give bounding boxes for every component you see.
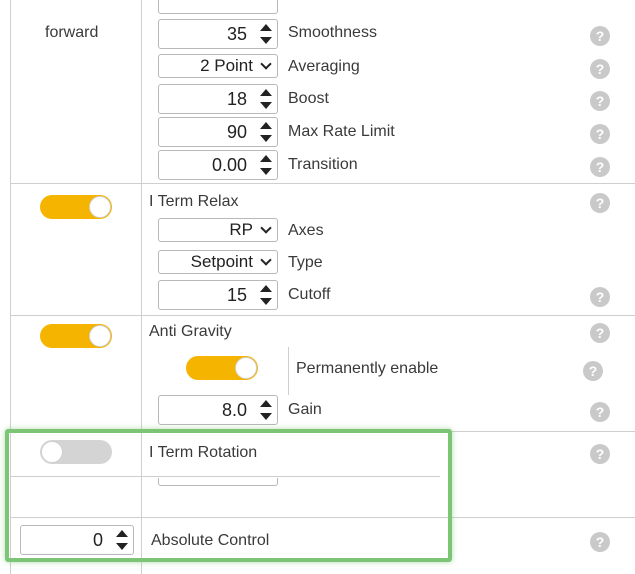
permanently-enable-toggle[interactable] [186, 356, 258, 380]
row-divider [10, 476, 440, 477]
row-divider [10, 431, 635, 432]
anti-gravity-toggle[interactable] [40, 324, 112, 348]
transition-value: 0.00 [211, 155, 247, 175]
help-icon[interactable]: ? [590, 193, 610, 213]
partial-field [158, 478, 278, 486]
absolute-control-value: 0 [92, 530, 103, 550]
forward-label: forward [45, 24, 99, 41]
toggle-knob [89, 196, 111, 218]
gain-label: Gain [288, 401, 322, 418]
averaging-select[interactable]: 2 Point [158, 54, 278, 78]
iterm-relax-title: I Term Relax [149, 193, 239, 210]
max-rate-limit-input[interactable]: 90 [158, 117, 278, 147]
boost-label: Boost [288, 90, 329, 107]
spinner-arrows-icon[interactable] [259, 154, 273, 176]
iterm-relax-toggle[interactable] [40, 195, 112, 219]
sub-divider [288, 347, 289, 395]
smoothness-input[interactable]: 35 [158, 19, 278, 49]
left-border [10, 0, 11, 574]
gain-input[interactable]: 8.0 [158, 395, 278, 425]
help-icon[interactable]: ? [590, 26, 610, 46]
help-icon[interactable]: ? [590, 532, 610, 552]
averaging-value: 2 Point [200, 56, 253, 75]
column-divider [141, 0, 142, 574]
cutoff-label: Cutoff [288, 286, 331, 303]
anti-gravity-title: Anti Gravity [149, 323, 232, 340]
row-divider [10, 183, 635, 184]
transition-label: Transition [288, 156, 358, 173]
permanently-enable-label: Permanently enable [296, 360, 439, 377]
absolute-control-label: Absolute Control [151, 532, 270, 549]
help-icon[interactable]: ? [583, 361, 603, 381]
spinner-arrows-icon[interactable] [259, 23, 273, 45]
boost-value: 18 [226, 89, 247, 109]
absolute-control-input[interactable]: 0 [20, 525, 134, 555]
chevron-down-icon [260, 254, 272, 266]
chevron-down-icon [260, 58, 272, 70]
help-icon[interactable]: ? [590, 402, 610, 422]
help-icon[interactable]: ? [590, 157, 610, 177]
spinner-arrows-icon[interactable] [259, 121, 273, 143]
toggle-knob [89, 325, 111, 347]
spinner-arrows-icon[interactable] [115, 529, 129, 551]
max-rate-limit-value: 90 [226, 122, 247, 142]
help-icon[interactable]: ? [590, 124, 610, 144]
smoothness-label: Smoothness [288, 24, 377, 41]
spinner-arrows-icon[interactable] [259, 284, 273, 306]
iterm-rotation-title: I Term Rotation [149, 444, 258, 461]
cutoff-value: 15 [226, 285, 247, 305]
row-divider [10, 315, 635, 316]
type-value: Setpoint [190, 252, 253, 271]
cutoff-input[interactable]: 15 [158, 280, 278, 310]
chevron-down-icon [260, 222, 272, 234]
transition-input[interactable]: 0.00 [158, 150, 278, 180]
partial-field [158, 0, 278, 14]
toggle-knob [235, 357, 257, 379]
help-icon[interactable]: ? [590, 59, 610, 79]
spinner-arrows-icon[interactable] [259, 399, 273, 421]
boost-input[interactable]: 18 [158, 84, 278, 114]
help-icon[interactable]: ? [590, 91, 610, 111]
axes-select[interactable]: RP [158, 218, 278, 242]
max-rate-limit-label: Max Rate Limit [288, 123, 395, 140]
help-icon[interactable]: ? [590, 287, 610, 307]
axes-value: RP [229, 220, 253, 239]
type-select[interactable]: Setpoint [158, 250, 278, 274]
averaging-label: Averaging [288, 58, 360, 75]
iterm-rotation-toggle[interactable] [40, 440, 112, 464]
type-label: Type [288, 254, 323, 271]
smoothness-value: 35 [226, 24, 247, 44]
gain-value: 8.0 [221, 400, 247, 420]
toggle-knob [41, 441, 63, 463]
axes-label: Axes [288, 222, 324, 239]
row-divider [10, 517, 635, 518]
spinner-arrows-icon[interactable] [259, 88, 273, 110]
help-icon[interactable]: ? [590, 444, 610, 464]
help-icon[interactable]: ? [590, 323, 610, 343]
